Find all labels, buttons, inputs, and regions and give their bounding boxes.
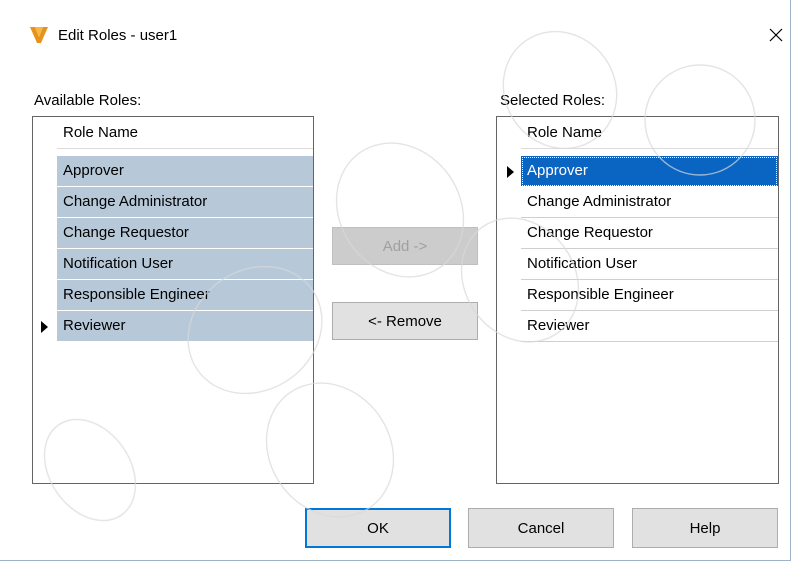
available-row[interactable]: Responsible Engineer — [57, 280, 313, 311]
available-row[interactable]: Approver — [57, 156, 313, 187]
selected-row[interactable]: Change Administrator — [521, 187, 778, 218]
column-header-role-name[interactable]: Role Name — [57, 117, 313, 149]
selected-row[interactable]: Notification User — [521, 249, 778, 280]
selected-roles-label: Selected Roles: — [500, 92, 606, 109]
close-icon — [769, 28, 783, 42]
row-header-column — [33, 117, 57, 483]
available-row[interactable]: Change Requestor — [57, 218, 313, 249]
help-button[interactable]: Help — [632, 508, 778, 548]
available-row[interactable]: Change Administrator — [57, 187, 313, 218]
available-roles-label: Available Roles: — [34, 92, 142, 109]
remove-button[interactable]: <- Remove — [332, 302, 478, 340]
window-title: Edit Roles - user1 — [58, 27, 178, 44]
add-button[interactable]: Add -> — [332, 227, 478, 265]
current-row-pointer-icon — [41, 321, 48, 333]
cancel-button[interactable]: Cancel — [468, 508, 614, 548]
close-button[interactable] — [764, 22, 788, 48]
selected-row[interactable]: Change Requestor — [521, 218, 778, 249]
selected-roles-grid[interactable]: Role Name Approver Change Administrator … — [496, 116, 779, 484]
title-bar: Edit Roles - user1 — [0, 0, 790, 74]
selected-row[interactable]: Approver — [521, 156, 778, 187]
available-row[interactable]: Notification User — [57, 249, 313, 280]
available-row[interactable]: Reviewer — [57, 311, 313, 342]
selected-row[interactable]: Reviewer — [521, 311, 778, 342]
current-row-pointer-icon — [507, 166, 514, 178]
app-logo-icon — [30, 27, 48, 43]
ok-button[interactable]: OK — [305, 508, 451, 548]
column-header-role-name[interactable]: Role Name — [521, 117, 778, 149]
available-roles-grid[interactable]: Role Name Approver Change Administrator … — [32, 116, 314, 484]
selected-row[interactable]: Responsible Engineer — [521, 280, 778, 311]
edit-roles-dialog: Edit Roles - user1 Available Roles: Role… — [0, 0, 791, 561]
